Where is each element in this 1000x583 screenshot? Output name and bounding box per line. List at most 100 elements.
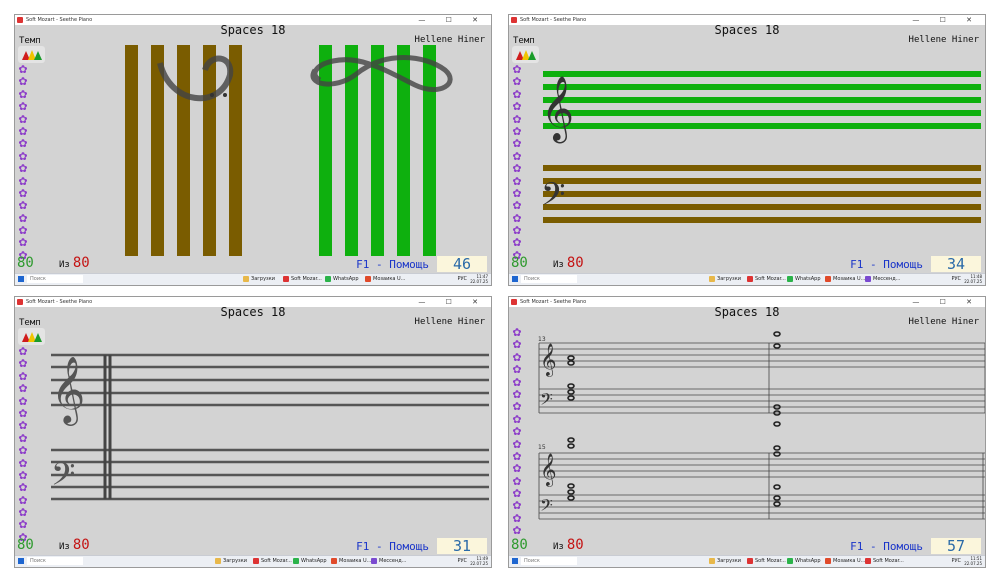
folder-icon	[709, 275, 715, 282]
tempo-value: 80	[511, 255, 528, 271]
taskbar: Поиск Загрузки Soft Mozar... WhatsApp Мо…	[15, 555, 491, 567]
taskbar-app-whatsapp[interactable]: WhatsApp	[787, 557, 821, 565]
measure-number: 13	[538, 336, 546, 343]
taskbar-app-whatsapp[interactable]: WhatsApp	[787, 275, 821, 283]
windows-start-icon[interactable]	[18, 558, 24, 564]
sheet-music: 𝄞 𝄢 𝄞 𝄢 13 15	[538, 331, 985, 520]
flower-column: ✿ ✿ ✿ ✿ ✿ ✿ ✿ ✿ ✿ ✿ ✿ ✿ ✿ ✿ ✿ ✿	[512, 63, 522, 262]
tempo-value: 80	[17, 537, 34, 553]
messenger-icon	[371, 557, 377, 564]
taskbar-app-browser[interactable]: Мозаикa U...	[365, 275, 405, 283]
counter-display: 34	[931, 256, 981, 272]
counter-display: 57	[931, 538, 981, 554]
taskbar-app-messenger[interactable]: Мессенд...	[371, 557, 406, 565]
tempo-gauge-icon[interactable]	[18, 328, 45, 345]
taskbar-search[interactable]: Поиск	[27, 557, 83, 565]
soft-mozart-icon	[865, 557, 871, 564]
note-chords	[567, 331, 781, 507]
windows-start-icon[interactable]	[18, 276, 24, 282]
system-barline	[103, 355, 112, 499]
windows-start-icon[interactable]	[512, 558, 518, 564]
app-window: Soft Mozart - Seethe Piano — ☐ ✕ 𝄞 𝄢 𝄞 𝄢…	[508, 296, 986, 568]
taskbar-app-softmozart[interactable]: Soft Mozar...	[747, 557, 786, 565]
counter-display: 46	[437, 256, 487, 272]
bass-clef-icon: 𝄢	[51, 456, 75, 500]
taskbar-app-softmozart-2[interactable]: Soft Mozar...	[865, 557, 904, 565]
tempo-label: Темп	[19, 318, 41, 328]
flower-column: ✿ ✿ ✿ ✿ ✿ ✿ ✿ ✿ ✿ ✿ ✿ ✿ ✿ ✿ ✿ ✿	[18, 63, 28, 262]
taskbar-app-folder[interactable]: Загрузки	[215, 557, 247, 565]
taskbar-search[interactable]: Поиск	[27, 275, 83, 283]
messenger-icon	[865, 275, 871, 282]
taskbar-app-browser[interactable]: Мозаикa U...	[331, 557, 371, 565]
flower-column: ✿ ✿ ✿ ✿ ✿ ✿ ✿ ✿ ✿ ✿ ✿ ✿ ✿ ✿ ✿ ✿	[18, 345, 28, 544]
keyboard-language[interactable]: РУС	[457, 558, 467, 564]
folder-icon	[215, 557, 221, 564]
counter-display: 31	[437, 538, 487, 554]
keyboard-language[interactable]: РУС	[951, 276, 961, 282]
help-hint[interactable]: F1 - Помощь	[356, 258, 429, 271]
taskbar-app-softmozart[interactable]: Soft Mozar...	[253, 557, 292, 565]
taskbar-app-messenger[interactable]: Мессенд...	[865, 275, 900, 283]
taskbar-clock[interactable]: 11:51 22.07.25	[964, 556, 982, 566]
treble-clef-icon: 𝄞	[541, 76, 574, 143]
system-1	[538, 342, 985, 414]
soft-mozart-icon	[747, 557, 753, 564]
whatsapp-icon	[787, 557, 793, 564]
help-hint[interactable]: F1 - Помощь	[356, 540, 429, 553]
keyboard-language[interactable]: РУС	[951, 558, 961, 564]
taskbar: Поиск Загрузки Soft Mozar... WhatsApp Мо…	[509, 273, 985, 285]
practice-stage	[125, 45, 453, 256]
taskbar-app-softmozart[interactable]: Soft Mozar...	[747, 275, 786, 283]
taskbar-app-whatsapp[interactable]: WhatsApp	[293, 557, 327, 565]
help-hint[interactable]: F1 - Помощь	[850, 258, 923, 271]
taskbar-clock[interactable]: 11:48 22.07.25	[964, 274, 982, 284]
bass-clef-icon: 𝄢	[540, 389, 553, 413]
taskbar-app-folder[interactable]: Загрузки	[243, 275, 275, 283]
taskbar-clock[interactable]: 11:49 22.07.25	[470, 556, 488, 566]
treble-staff	[543, 71, 981, 129]
tempo-label: Темп	[19, 36, 41, 46]
progress-of: Из 80	[553, 537, 584, 553]
treble-clef-icon: 𝄞	[540, 453, 557, 487]
app-window: Soft Mozart - Seethe Piano — ☐ ✕ 𝄞 𝄢 Spa…	[508, 14, 986, 286]
taskbar-search[interactable]: Поиск	[521, 557, 577, 565]
system-2	[538, 452, 985, 520]
whatsapp-icon	[787, 275, 793, 282]
user-name: Hellene Hiner	[414, 35, 485, 45]
taskbar-app-folder[interactable]: Загрузки	[709, 275, 741, 283]
treble-clef-icon: 𝄞	[51, 355, 85, 426]
progress-of: Из 80	[553, 255, 584, 271]
soft-mozart-icon	[253, 557, 259, 564]
keyboard-language[interactable]: РУС	[457, 276, 467, 282]
windows-start-icon[interactable]	[512, 276, 518, 282]
whatsapp-icon	[325, 275, 331, 282]
folder-icon	[709, 557, 715, 564]
progress-of: Из 80	[59, 255, 90, 271]
app-window: Soft Mozart - Seethe Piano — ☐ ✕ 𝄞 𝄢 Spa…	[14, 296, 492, 568]
measure-number: 15	[538, 444, 546, 451]
taskbar-search[interactable]: Поиск	[521, 275, 577, 283]
tempo-value: 80	[17, 255, 34, 271]
app-window: Soft Mozart - Seethe Piano — ☐ ✕ Spaces …	[14, 14, 492, 286]
bass-staff	[543, 165, 981, 223]
taskbar-app-softmozart[interactable]: Soft Mozar...	[283, 275, 322, 283]
taskbar: Поиск Загрузки Soft Mozar... WhatsApp Мо…	[509, 555, 985, 567]
tempo-gauge-icon[interactable]	[512, 46, 539, 63]
taskbar-app-folder[interactable]: Загрузки	[709, 557, 741, 565]
taskbar-app-whatsapp[interactable]: WhatsApp	[325, 275, 359, 283]
browser-icon	[365, 275, 371, 282]
help-hint[interactable]: F1 - Помощь	[850, 540, 923, 553]
treble-staff	[51, 353, 489, 407]
total-value: 80	[72, 537, 90, 553]
total-value: 80	[566, 255, 584, 271]
taskbar-app-browser[interactable]: Мозаикa U...	[825, 275, 865, 283]
taskbar-clock[interactable]: 11:47 22.07.25	[470, 274, 488, 284]
taskbar-app-browser[interactable]: Мозаикa U...	[825, 557, 865, 565]
tempo-gauge-icon[interactable]	[18, 46, 45, 63]
practice-stage: 𝄞 𝄢	[51, 353, 489, 501]
tempo-value: 80	[511, 537, 528, 553]
treble-clef-icon: 𝄞	[540, 343, 557, 377]
bass-clef-icon: 𝄢	[540, 495, 553, 519]
bass-clef-icon	[157, 55, 234, 102]
